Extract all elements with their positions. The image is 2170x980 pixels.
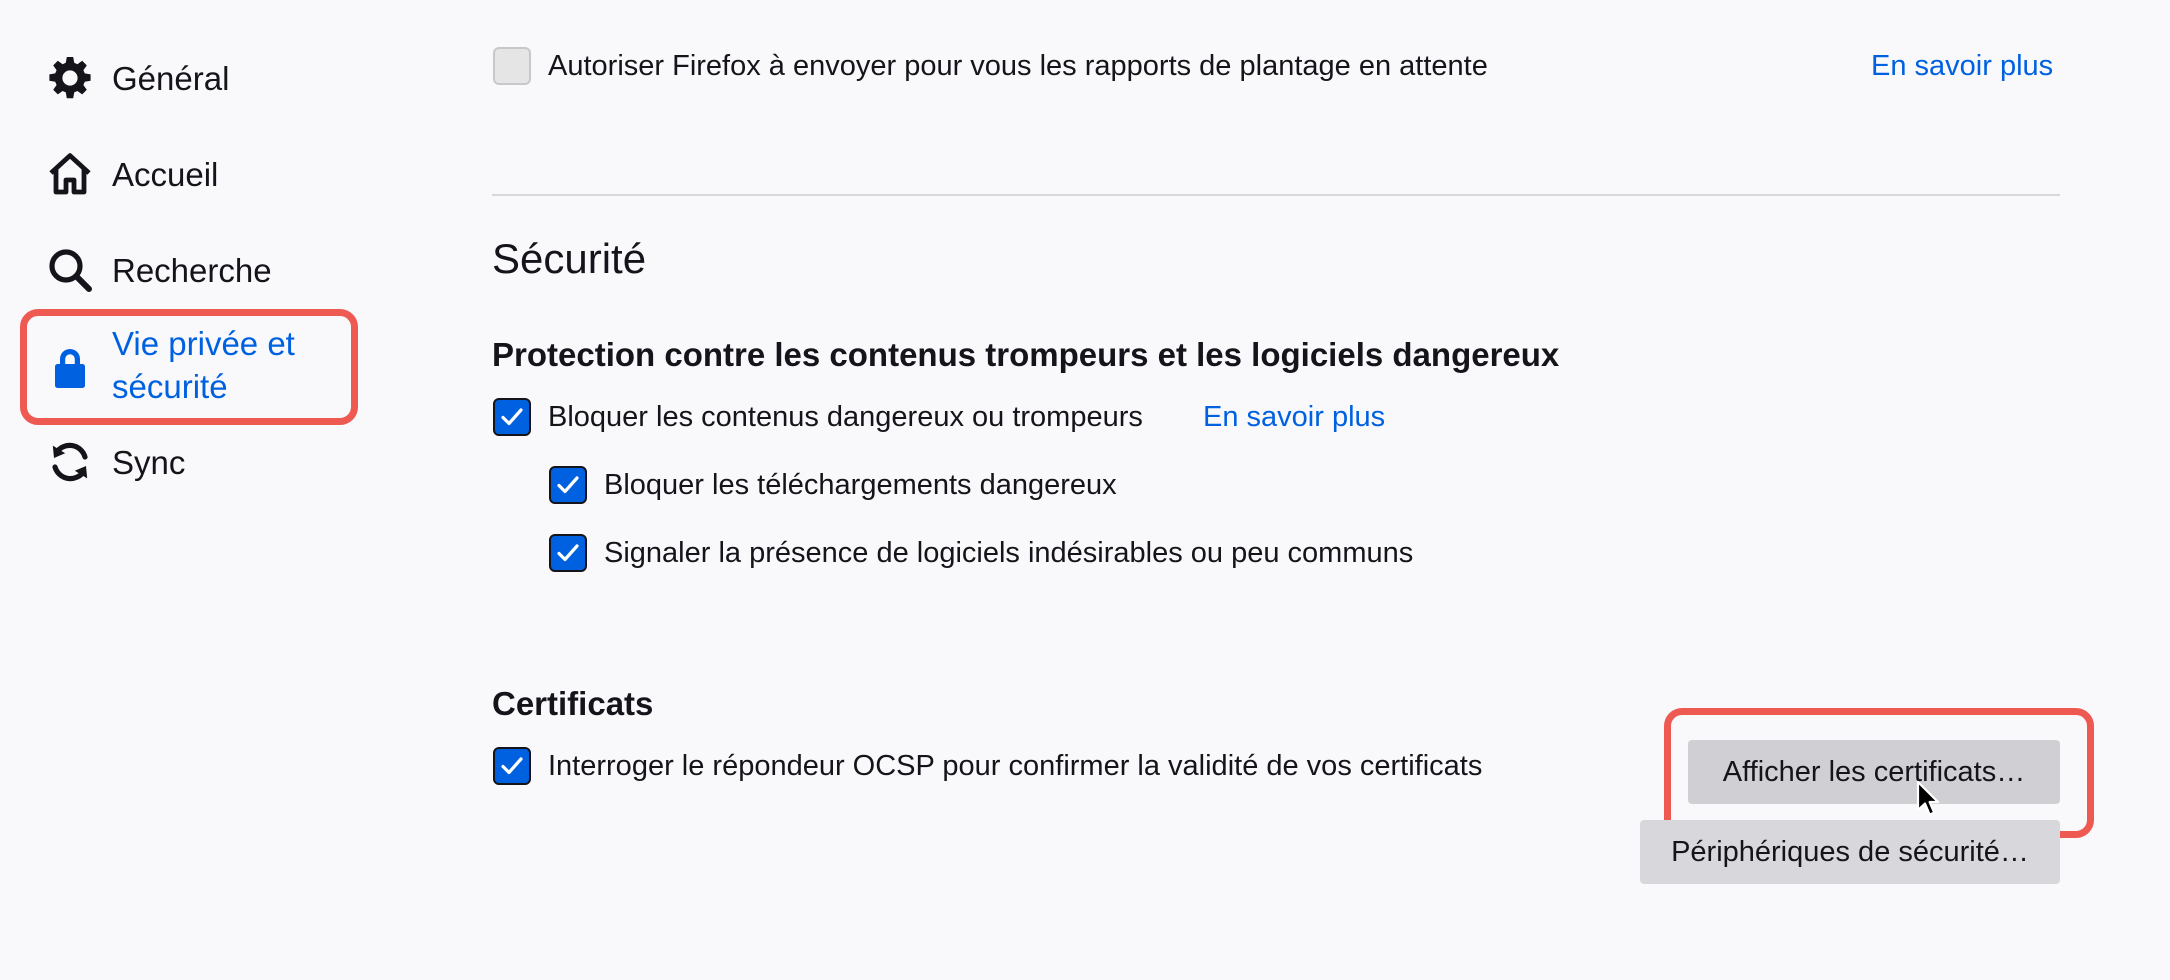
home-icon xyxy=(44,148,96,200)
block-dangerous-label: Bloquer les contenus dangereux ou trompe… xyxy=(548,401,1143,433)
sidebar-item-label: Général xyxy=(112,59,230,97)
sidebar-item-home[interactable]: Accueil xyxy=(44,148,218,200)
certificates-heading: Certificats xyxy=(492,685,654,722)
sidebar-item-label: Accueil xyxy=(112,155,219,193)
security-section-title: Sécurité xyxy=(492,235,647,282)
ocsp-label: Interroger le répondeur OCSP pour confir… xyxy=(548,750,1483,782)
search-icon xyxy=(44,244,96,296)
warn-unwanted-label: Signaler la présence de logiciels indési… xyxy=(604,537,1414,569)
sidebar-item-label: Recherche xyxy=(112,251,272,289)
section-divider xyxy=(492,194,2060,196)
lock-icon xyxy=(44,342,96,394)
crash-reports-checkbox[interactable] xyxy=(493,47,531,85)
crash-reports-learn-more-link[interactable]: En savoir plus xyxy=(1871,48,2053,84)
block-downloads-label: Bloquer les téléchargements dangereux xyxy=(604,469,1117,501)
mouse-cursor-icon xyxy=(1916,780,1940,816)
sidebar-item-sync[interactable]: Sync xyxy=(44,436,185,488)
protection-heading: Protection contre les contenus trompeurs… xyxy=(492,336,1560,373)
security-devices-button[interactable]: Périphériques de sécurité… xyxy=(1640,820,2060,884)
block-downloads-checkbox[interactable] xyxy=(549,466,587,504)
sidebar-item-privacy-security[interactable]: Vie privée et sécurité xyxy=(44,322,295,408)
sidebar-item-label: Sync xyxy=(112,443,186,481)
checkmark-icon xyxy=(557,476,579,494)
sidebar-item-label-line1: Vie privée et xyxy=(112,325,295,362)
crash-reports-label: Autoriser Firefox à envoyer pour vous le… xyxy=(548,50,1488,82)
sidebar-item-label-line2: sécurité xyxy=(112,368,228,405)
sidebar-item-search[interactable]: Recherche xyxy=(44,244,272,296)
ocsp-checkbox[interactable] xyxy=(493,747,531,785)
gear-icon xyxy=(44,52,96,104)
warn-unwanted-checkbox[interactable] xyxy=(549,534,587,572)
block-dangerous-checkbox[interactable] xyxy=(493,398,531,436)
checkmark-icon xyxy=(501,757,523,775)
sidebar-item-label: Vie privée et sécurité xyxy=(112,322,295,408)
sidebar-item-general[interactable]: Général xyxy=(44,52,229,104)
checkmark-icon xyxy=(501,408,523,426)
block-dangerous-learn-more-link[interactable]: En savoir plus xyxy=(1203,399,1385,435)
sync-icon xyxy=(44,436,96,488)
view-certificates-button[interactable]: Afficher les certificats… xyxy=(1688,740,2060,804)
checkmark-icon xyxy=(557,544,579,562)
